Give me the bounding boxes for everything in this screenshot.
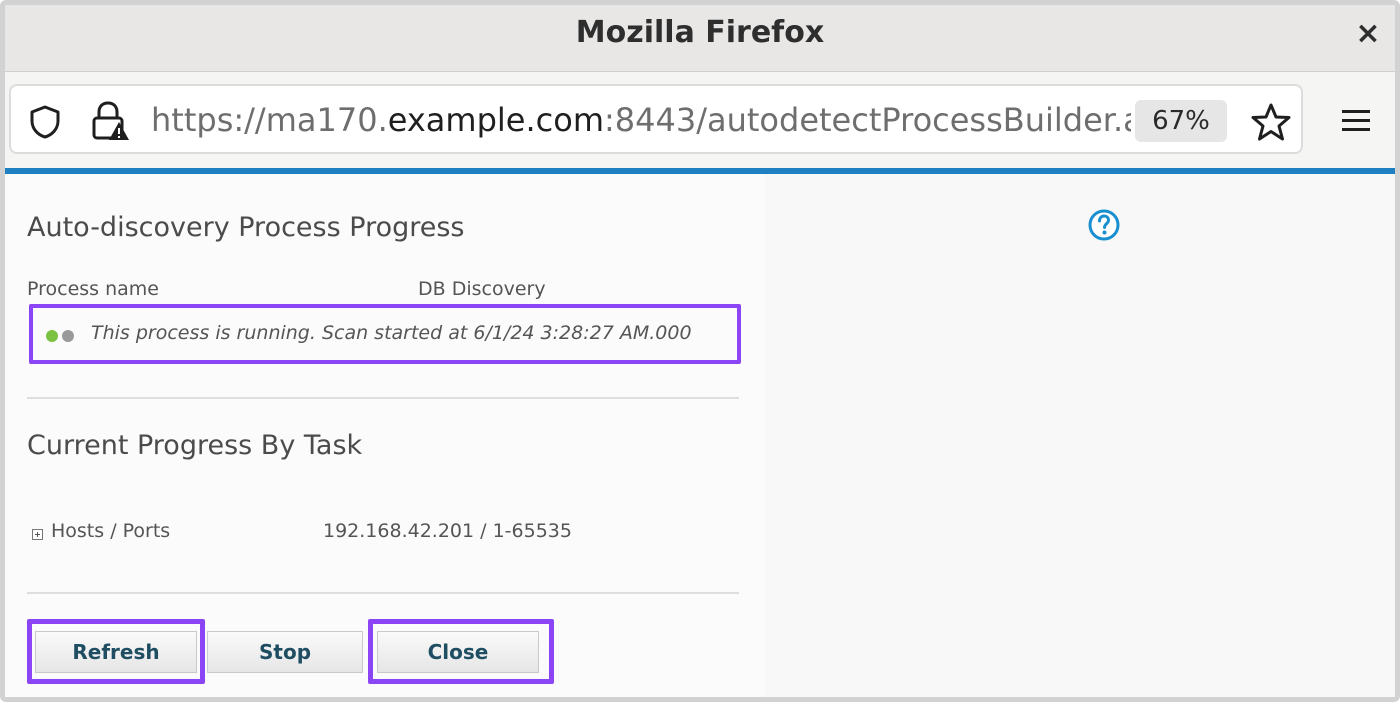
url-host: example.com bbox=[387, 101, 604, 139]
section-title: Current Progress By Task bbox=[27, 430, 363, 461]
task-label: Hosts / Ports bbox=[51, 520, 171, 542]
status-running-dot bbox=[46, 330, 58, 342]
url-bar[interactable]: https://ma170.example.com:8443/autodetec… bbox=[9, 84, 1303, 154]
side-panel bbox=[765, 174, 1395, 697]
window-close-button[interactable]: × bbox=[1351, 17, 1385, 51]
divider bbox=[27, 592, 739, 594]
refresh-highlight bbox=[27, 619, 205, 684]
process-name-label: Process name bbox=[27, 278, 159, 300]
close-highlight bbox=[368, 619, 554, 684]
help-icon[interactable] bbox=[1087, 208, 1121, 242]
shield-icon[interactable] bbox=[27, 104, 63, 140]
url-prefix: https://ma170. bbox=[151, 101, 388, 139]
status-highlight: This process is running. Scan started at… bbox=[29, 304, 741, 364]
divider bbox=[27, 397, 739, 399]
page-title: Auto-discovery Process Progress bbox=[27, 212, 465, 243]
bookmark-star-icon[interactable] bbox=[1251, 102, 1291, 142]
process-name-value: DB Discovery bbox=[418, 278, 546, 300]
zoom-level-button[interactable]: 67% bbox=[1135, 100, 1227, 142]
insecure-lock-icon[interactable] bbox=[89, 100, 131, 142]
task-value: 192.168.42.201 / 1-65535 bbox=[323, 520, 572, 542]
expand-icon[interactable] bbox=[32, 529, 43, 540]
url-text[interactable]: https://ma170.example.com:8443/autodetec… bbox=[151, 98, 1131, 142]
window-title: Mozilla Firefox bbox=[575, 15, 825, 50]
browser-window: Mozilla Firefox × https://ma170.example.… bbox=[0, 0, 1400, 702]
title-bar: Mozilla Firefox × bbox=[5, 5, 1395, 72]
status-idle-dot bbox=[62, 330, 74, 342]
browser-toolbar: https://ma170.example.com:8443/autodetec… bbox=[5, 72, 1395, 168]
url-suffix: :8443/autodetectProcessBuilder.a bbox=[603, 101, 1131, 139]
hamburger-menu-icon[interactable] bbox=[1339, 104, 1373, 138]
stop-button[interactable]: Stop bbox=[207, 631, 363, 673]
page-content: Auto-discovery Process Progress Process … bbox=[5, 174, 1395, 697]
process-status-text: This process is running. Scan started at… bbox=[91, 322, 692, 344]
